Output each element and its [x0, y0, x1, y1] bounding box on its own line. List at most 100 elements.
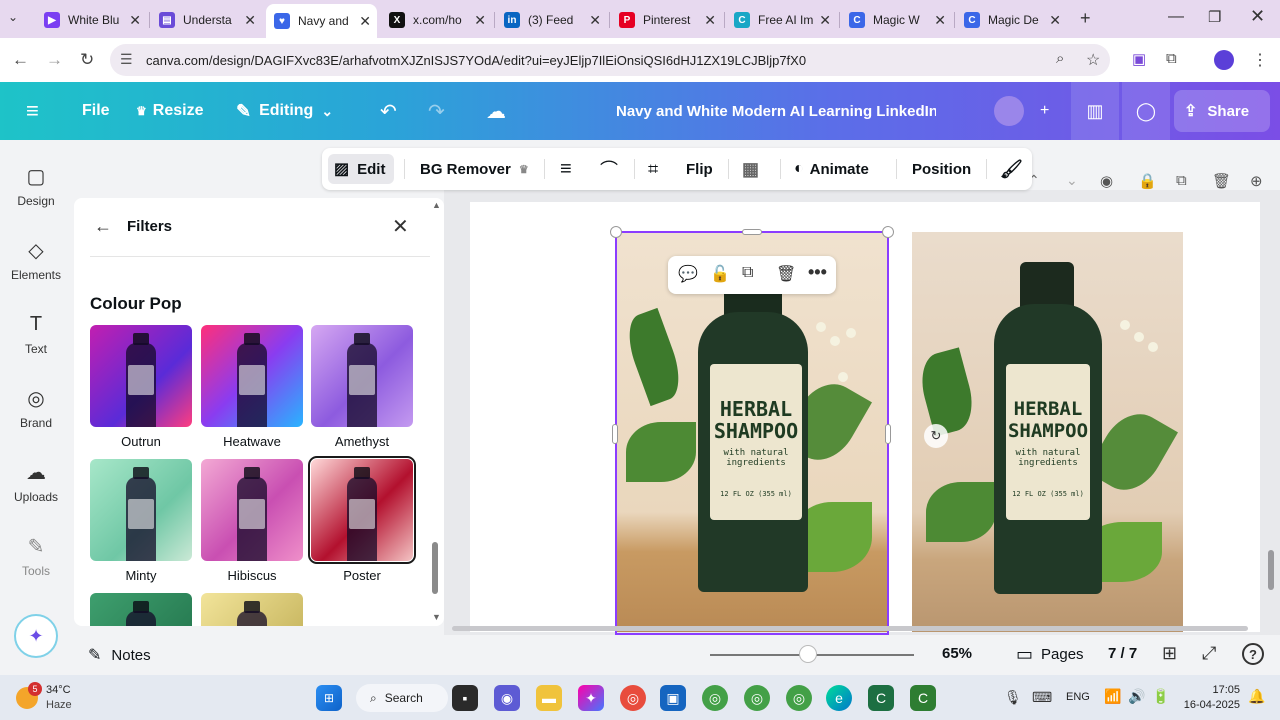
animate-button[interactable]: ◐ Animate: [794, 148, 869, 190]
windows-start-icon[interactable]: ⊞: [316, 685, 342, 711]
tab-close-icon[interactable]: ✕: [359, 13, 371, 30]
filter-name[interactable]: Minty: [90, 568, 192, 583]
recorder-icon[interactable]: C: [910, 685, 936, 711]
profile-avatar[interactable]: [1214, 50, 1234, 70]
browser-tab[interactable]: ♥ Navy and ✕: [266, 4, 377, 38]
edit-image-button[interactable]: ▨ Edit: [334, 148, 385, 190]
edge-icon[interactable]: e: [826, 685, 852, 711]
chrome-profile-active-icon[interactable]: ◎: [744, 685, 770, 711]
language-indicator[interactable]: ENG: [1066, 691, 1090, 703]
insights-icon[interactable]: ▥: [1071, 82, 1119, 140]
tab-close-icon[interactable]: ✕: [819, 12, 831, 29]
zoom-icon[interactable]: ⌕: [1056, 50, 1064, 67]
duplicate-page-icon[interactable]: ⧉: [1176, 172, 1187, 189]
rotate-icon[interactable]: ↻: [924, 424, 948, 448]
rail-item-design[interactable]: ▢ Design: [0, 162, 72, 209]
scroll-down-icon[interactable]: ▼: [432, 612, 441, 622]
resize-handle-tl[interactable]: [610, 226, 622, 238]
resize-handle-top[interactable]: [742, 229, 762, 235]
resize-handle-left[interactable]: [612, 424, 618, 444]
filter-name[interactable]: Amethyst: [311, 434, 413, 449]
filter-name[interactable]: Outrun: [90, 434, 192, 449]
forward-icon[interactable]: →: [46, 50, 63, 70]
fullscreen-icon[interactable]: ⤢: [1202, 643, 1216, 664]
help-icon[interactable]: ?: [1242, 643, 1264, 665]
add-collaborator-icon[interactable]: +: [1040, 82, 1049, 140]
minimize-icon[interactable]: —: [1168, 8, 1184, 26]
filter-thumbnail[interactable]: [201, 593, 303, 626]
microphone-icon[interactable]: 🎙: [1004, 689, 1022, 706]
file-explorer-icon[interactable]: ▬: [536, 685, 562, 711]
tab-close-icon[interactable]: ✕: [704, 12, 716, 29]
address-bar[interactable]: ☰ canva.com/design/DAGIFXvc83E/arhafvotm…: [110, 44, 1110, 76]
resize-button[interactable]: ♛ Resize: [136, 82, 203, 140]
pages-button[interactable]: ▭ Pages: [1016, 644, 1084, 665]
store-icon[interactable]: ▣: [660, 685, 686, 711]
filter-name[interactable]: Hibiscus: [201, 568, 303, 583]
copilot-icon[interactable]: ✦: [578, 685, 604, 711]
filter-thumbnail[interactable]: [90, 593, 192, 626]
browser-tab[interactable]: C Magic De ✕: [956, 6, 1067, 34]
more-options-icon[interactable]: •••: [808, 262, 827, 283]
filter-thumbnail[interactable]: [201, 325, 303, 427]
camtasia-icon[interactable]: C: [868, 685, 894, 711]
browser-tab[interactable]: C Free AI Im ✕: [726, 6, 837, 34]
task-view-icon[interactable]: ▪: [452, 685, 478, 711]
hide-page-icon[interactable]: ◉: [1100, 172, 1113, 190]
tab-close-icon[interactable]: ✕: [1049, 12, 1061, 29]
chrome-profile-icon[interactable]: ◎: [786, 685, 812, 711]
lock-page-icon[interactable]: 🔒: [1138, 172, 1157, 190]
tab-close-icon[interactable]: ✕: [934, 12, 946, 29]
browser-tab[interactable]: ▶ White Blu ✕: [36, 6, 147, 34]
filter-thumbnail[interactable]: [311, 325, 413, 427]
notes-button[interactable]: ✎ Notes: [88, 645, 151, 665]
back-icon[interactable]: ←: [12, 50, 29, 70]
volume-icon[interactable]: 🔊: [1128, 688, 1145, 705]
canvas-v-scrollbar[interactable]: [1268, 550, 1274, 590]
copy-style-icon[interactable]: 🖌: [1000, 148, 1023, 190]
browser-tab[interactable]: in (3) Feed ✕: [496, 6, 607, 34]
tab-close-icon[interactable]: ✕: [244, 12, 256, 29]
lock-icon[interactable]: 🔓: [710, 264, 730, 284]
filter-thumbnail[interactable]: [201, 459, 303, 561]
browser-tab[interactable]: P Pinterest ✕: [611, 6, 722, 34]
resize-handle-tr[interactable]: [882, 226, 894, 238]
browser-menu-icon[interactable]: ⋮: [1252, 50, 1268, 70]
tab-search-chevron-icon[interactable]: ⌄: [8, 10, 18, 24]
share-button[interactable]: ⇪ Share: [1174, 90, 1270, 132]
panel-scrollbar[interactable]: [432, 542, 438, 594]
main-menu-icon[interactable]: ≡: [26, 82, 39, 140]
page-down-icon[interactable]: ⌄: [1066, 172, 1078, 189]
rail-item-text[interactable]: T Text: [0, 310, 72, 357]
clock-date[interactable]: 16-04-2025: [1172, 699, 1240, 711]
keyboard-icon[interactable]: ⌨: [1032, 689, 1052, 706]
delete-page-icon[interactable]: 🗑: [1212, 172, 1231, 190]
magic-assistant-icon[interactable]: ✦: [14, 614, 58, 658]
resize-handle-right[interactable]: [885, 424, 891, 444]
grid-view-icon[interactable]: ⊞: [1162, 643, 1177, 664]
close-panel-icon[interactable]: ✕: [392, 214, 409, 239]
teams-icon[interactable]: ◉: [494, 685, 520, 711]
shampoo-image-original[interactable]: HERBAL SHAMPOO with natural ingredients …: [912, 232, 1183, 632]
tab-close-icon[interactable]: ✕: [129, 12, 141, 29]
restore-icon[interactable]: ❐: [1208, 8, 1221, 26]
filter-thumbnail[interactable]: [308, 456, 416, 564]
scroll-up-icon[interactable]: ▲: [432, 200, 441, 210]
filter-name[interactable]: Poster: [311, 568, 413, 583]
chrome-icon[interactable]: ◎: [620, 685, 646, 711]
tab-close-icon[interactable]: ✕: [589, 12, 601, 29]
position-button[interactable]: Position: [912, 148, 971, 190]
chrome-profile-icon[interactable]: ◎: [702, 685, 728, 711]
collaborator-avatar[interactable]: [994, 96, 1024, 126]
crop-icon[interactable]: ⌗: [648, 148, 658, 190]
design-title[interactable]: Navy and White Modern AI Learning Linked…: [616, 82, 936, 140]
zoom-slider-thumb[interactable]: [799, 645, 817, 663]
bookmark-star-icon[interactable]: ☆: [1086, 50, 1100, 70]
redo-icon[interactable]: ↷: [428, 82, 445, 140]
comments-icon[interactable]: ◯: [1122, 82, 1170, 140]
taskbar-search[interactable]: ⌕ Search: [356, 684, 448, 712]
tab-close-icon[interactable]: ✕: [474, 12, 486, 29]
notifications-icon[interactable]: 🔔: [1248, 688, 1265, 705]
add-comment-icon[interactable]: 💬: [678, 264, 698, 284]
filter-thumbnail[interactable]: [90, 325, 192, 427]
